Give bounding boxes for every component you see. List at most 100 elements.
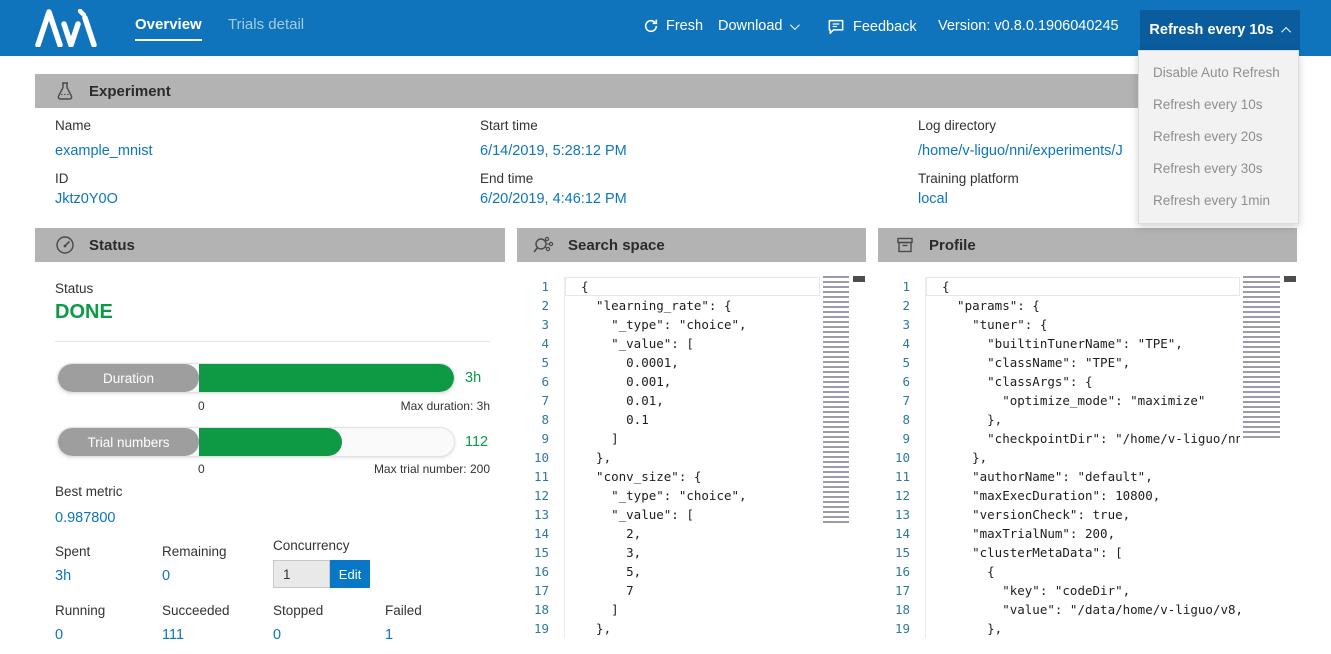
line-number: 18 — [517, 600, 565, 619]
download-menu-button[interactable]: Download — [718, 18, 797, 34]
experiment-panel-header: Experiment — [35, 74, 1297, 108]
refresh-icon — [643, 18, 659, 34]
refresh-dropdown-item[interactable]: Refresh every 20s — [1139, 121, 1298, 153]
line-number: 12 — [878, 486, 926, 505]
failed-label: Failed — [385, 603, 422, 618]
training-platform-label: Training platform — [918, 171, 1019, 186]
refresh-dropdown-item[interactable]: Refresh every 10s — [1139, 89, 1298, 121]
code-line: 3 "tuner": { — [878, 315, 1240, 334]
refresh-dropdown-item[interactable]: Refresh every 30s — [1139, 153, 1298, 185]
code-text: }, — [926, 448, 1240, 467]
running-value: 0 — [55, 627, 63, 643]
code-text: "key": "codeDir", — [926, 581, 1240, 600]
search-space-code-editor[interactable]: 1 { 2 "learning_rate": { 3 "_type": "cho… — [517, 262, 820, 654]
line-number: 13 — [517, 505, 565, 524]
code-line: 2 "params": { — [878, 296, 1240, 315]
code-line: 8 }, — [878, 410, 1240, 429]
code-line: 9 ] — [517, 429, 820, 448]
code-line: 5 "className": "TPE", — [878, 353, 1240, 372]
trial-min-label: 0 — [198, 462, 205, 476]
failed-value: 1 — [385, 627, 393, 643]
refresh-dropdown-item[interactable]: Disable Auto Refresh — [1139, 57, 1298, 89]
line-number: 17 — [878, 581, 926, 600]
profile-minimap[interactable] — [1240, 262, 1283, 654]
trial-bar-fill — [199, 428, 342, 456]
search-space-minimap[interactable] — [820, 262, 852, 654]
profile-scrollbar-thumb[interactable] — [1284, 276, 1296, 282]
search-space-scrollbar[interactable] — [852, 262, 866, 654]
end-time-value: 6/20/2019, 4:46:12 PM — [480, 191, 627, 207]
code-text: "params": { — [926, 296, 1240, 315]
start-time-value: 6/14/2019, 5:28:12 PM — [480, 143, 627, 159]
code-text: "maxExecDuration": 10800, — [926, 486, 1240, 505]
minimap-content — [1243, 276, 1280, 441]
line-number: 7 — [878, 391, 926, 410]
profile-panel-title: Profile — [929, 237, 976, 254]
refresh-interval-select[interactable]: Refresh every 10s — [1140, 10, 1300, 50]
line-number: 10 — [878, 448, 926, 467]
status-value: DONE — [55, 301, 113, 324]
nni-logo-icon — [35, 9, 101, 47]
code-line: 1 { — [878, 277, 1240, 296]
code-line: 18 "value": "/data/home/v-liguo/v8, — [878, 600, 1240, 619]
code-line: 4 "_value": [ — [517, 334, 820, 353]
line-number: 12 — [517, 486, 565, 505]
code-text: "learning_rate": { — [565, 296, 820, 315]
tab-overview[interactable]: Overview — [135, 16, 202, 41]
code-line: 10 }, — [878, 448, 1240, 467]
trial-bar-label: Trial numbers — [58, 428, 199, 456]
code-text: "value": "/data/home/v-liguo/v8, — [926, 600, 1240, 619]
profile-code-editor[interactable]: 1 { 2 "params": { 3 "tuner": { 4 "builti… — [878, 262, 1240, 654]
code-text: "_value": [ — [565, 334, 820, 353]
refresh-dropdown-item[interactable]: Refresh every 1min — [1139, 185, 1298, 217]
line-number: 5 — [878, 353, 926, 372]
spent-value: 3h — [55, 568, 71, 584]
code-line: 16 5, — [517, 562, 820, 581]
flask-icon — [55, 81, 75, 101]
feedback-button[interactable]: Feedback — [826, 18, 917, 35]
code-text: "versionCheck": true, — [926, 505, 1240, 524]
search-space-scrollbar-thumb[interactable] — [853, 276, 865, 282]
line-number: 7 — [517, 391, 565, 410]
line-number: 19 — [517, 619, 565, 638]
profile-scrollbar[interactable] — [1283, 262, 1297, 654]
experiment-panel-title: Experiment — [89, 83, 171, 100]
code-text: 2, — [565, 524, 820, 543]
experiment-id-label: ID — [55, 171, 69, 186]
line-number: 14 — [517, 524, 565, 543]
line-number: 4 — [517, 334, 565, 353]
search-space-panel-title: Search space — [568, 237, 665, 254]
code-line: 17 "key": "codeDir", — [878, 581, 1240, 600]
line-number: 18 — [878, 600, 926, 619]
code-text: ] — [565, 600, 820, 619]
line-number: 5 — [517, 353, 565, 372]
line-number: 8 — [878, 410, 926, 429]
code-text: 0.01, — [565, 391, 820, 410]
line-number: 11 — [878, 467, 926, 486]
code-line: 13 "_value": [ — [517, 505, 820, 524]
best-metric-label: Best metric — [55, 484, 123, 499]
code-line: 8 0.1 — [517, 410, 820, 429]
version-text: Version: v0.8.0.1906040245 — [938, 18, 1119, 34]
tab-trials-detail[interactable]: Trials detail — [228, 16, 304, 33]
code-line: 18 ] — [517, 600, 820, 619]
line-number: 2 — [517, 296, 565, 315]
concurrency-input[interactable] — [273, 560, 330, 588]
training-platform-value: local — [918, 191, 948, 207]
code-line: 6 "classArgs": { — [878, 372, 1240, 391]
chevron-up-icon — [1281, 26, 1291, 36]
code-text: ] — [565, 429, 820, 448]
code-text: 5, — [565, 562, 820, 581]
search-space-panel-header: Search space — [517, 228, 866, 262]
remaining-label: Remaining — [162, 544, 227, 559]
line-number: 19 — [878, 619, 926, 638]
fresh-button[interactable]: Fresh — [643, 18, 703, 34]
experiment-name-value: example_mnist — [55, 143, 153, 159]
code-line: 15 "clusterMetaData": [ — [878, 543, 1240, 562]
code-text: }, — [926, 619, 1240, 638]
search-space-icon — [532, 235, 554, 255]
code-text: "tuner": { — [926, 315, 1240, 334]
concurrency-edit-button[interactable]: Edit — [330, 560, 370, 588]
stopped-label: Stopped — [273, 603, 323, 618]
code-line: 6 0.001, — [517, 372, 820, 391]
